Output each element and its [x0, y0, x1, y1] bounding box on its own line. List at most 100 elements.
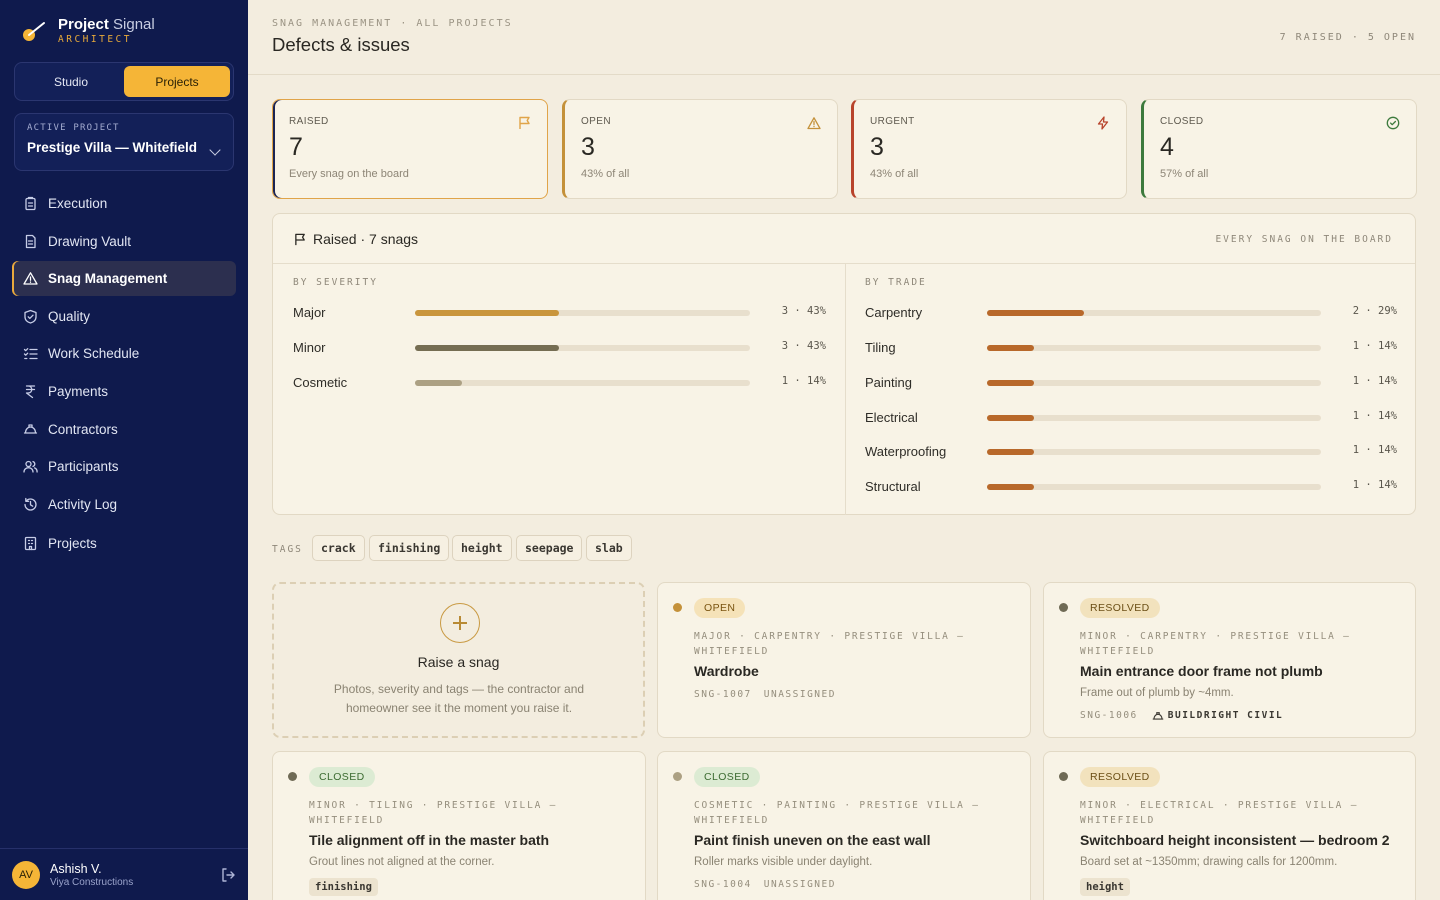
- header-counts: 7 RAISED · 5 OPEN: [1279, 32, 1416, 43]
- status-dot: [1059, 772, 1068, 781]
- status-badge: CLOSED: [309, 767, 375, 787]
- tag-chip-finishing[interactable]: finishing: [369, 535, 450, 561]
- snag-card[interactable]: CLOSED COSMETIC · PAINTING · PRESTIGE VI…: [657, 751, 1031, 900]
- bar-label: Structural: [865, 479, 921, 494]
- trade-row-painting: Painting 1 · 14%: [865, 375, 1403, 390]
- active-project-name: Prestige Villa — Whitefield: [27, 140, 198, 155]
- tag-chip-crack[interactable]: crack: [312, 535, 365, 561]
- bar-track: [987, 415, 1321, 421]
- bar-fill: [415, 345, 560, 351]
- projects-tab[interactable]: Projects: [124, 66, 230, 97]
- snag-desc: Board set at ~1350mm; drawing calls for …: [1080, 856, 1338, 868]
- users-icon: [23, 461, 38, 473]
- sidebar-item-projects[interactable]: Projects: [12, 526, 236, 561]
- bar-label: Electrical: [865, 410, 918, 425]
- snag-id: SNG-1004: [694, 879, 752, 890]
- checklist-icon: [23, 348, 38, 360]
- plus-icon[interactable]: [440, 603, 480, 643]
- trade-row-carpentry: Carpentry 2 · 29%: [865, 305, 1403, 320]
- user-name: Ashish V.: [50, 861, 102, 876]
- sidebar-item-activity-log[interactable]: Activity Log: [12, 487, 236, 522]
- stat-card-closed[interactable]: CLOSED 4 57% of all: [1141, 99, 1417, 199]
- snag-assignee[interactable]: UNASSIGNED: [764, 879, 836, 890]
- sidebar-item-label: Quality: [48, 308, 91, 324]
- snag-title: Tile alignment off in the master bath: [309, 832, 550, 848]
- bar-track: [987, 484, 1321, 490]
- active-project-selector[interactable]: ACTIVE PROJECT Prestige Villa — Whitefie…: [14, 113, 234, 171]
- snag-card[interactable]: RESOLVED MINOR · CARPENTRY · PRESTIGE VI…: [1043, 582, 1416, 738]
- brand-logo-icon: [20, 18, 46, 44]
- snag-meta-line: WHITEFIELD: [1080, 646, 1156, 657]
- raise-snag-card[interactable]: Raise a snag Photos, severity and tags —…: [272, 582, 645, 738]
- status-badge: CLOSED: [694, 767, 760, 787]
- snag-desc: Frame out of plumb by ~4mm.: [1080, 687, 1234, 699]
- stat-card-raised[interactable]: RAISED 7 Every snag on the board: [272, 99, 548, 199]
- sidebar-item-execution[interactable]: Execution: [12, 186, 236, 221]
- sidebar-item-label: Payments: [48, 383, 109, 399]
- sidebar-item-participants[interactable]: Participants: [12, 449, 236, 484]
- snag-meta-line: WHITEFIELD: [694, 646, 770, 657]
- sidebar-item-work-schedule[interactable]: Work Schedule: [12, 336, 236, 371]
- stat-label: OPEN: [581, 116, 611, 127]
- document-icon: [25, 234, 36, 248]
- snag-id: SNG-1006: [1080, 710, 1138, 721]
- stat-value: 4: [1160, 133, 1174, 161]
- building-icon: [24, 536, 37, 550]
- sidebar-item-quality[interactable]: Quality: [12, 299, 236, 334]
- stat-card-urgent[interactable]: URGENT 3 43% of all: [851, 99, 1127, 199]
- sidebar: Project Signal ARCHITECT Studio Projects…: [0, 0, 248, 900]
- breakdown-title: Raised · 7 snags: [313, 231, 419, 247]
- logout-icon[interactable]: [220, 867, 236, 883]
- snag-card[interactable]: CLOSED MINOR · TILING · PRESTIGE VILLA —…: [272, 751, 646, 900]
- snag-assignee[interactable]: UNASSIGNED: [764, 689, 836, 700]
- bar-value: 1 · 14%: [1352, 340, 1397, 352]
- raise-snag-title: Raise a snag: [417, 654, 500, 670]
- snag-card[interactable]: RESOLVED MINOR · ELECTRICAL · PRESTIGE V…: [1043, 751, 1416, 900]
- tag-chip-seepage[interactable]: seepage: [516, 535, 583, 561]
- severity-row-cosmetic: Cosmetic 1 · 14%: [293, 375, 832, 390]
- bar-track: [987, 310, 1321, 316]
- bar-value: 1 · 14%: [1352, 479, 1397, 491]
- bar-value: 1 · 14%: [1352, 375, 1397, 387]
- snag-meta-line: WHITEFIELD: [309, 815, 385, 826]
- snag-tag[interactable]: height: [1080, 878, 1130, 896]
- bar-label: Painting: [865, 375, 912, 390]
- bar-fill: [987, 380, 1034, 386]
- sidebar-item-label: Projects: [48, 535, 97, 551]
- sidebar-item-payments[interactable]: Payments: [12, 374, 236, 409]
- stat-sub: 57% of all: [1160, 168, 1209, 180]
- snag-tag[interactable]: finishing: [309, 878, 378, 896]
- snag-card[interactable]: OPEN MAJOR · CARPENTRY · PRESTIGE VILLA …: [657, 582, 1031, 738]
- snag-assignee[interactable]: BUILDRIGHT CIVIL: [1152, 710, 1284, 721]
- hard-hat-icon: [1152, 712, 1164, 720]
- bar-value: 1 · 14%: [1352, 410, 1397, 422]
- page-title: Defects & issues: [272, 34, 410, 55]
- breakdown-panel: Raised · 7 snags EVERY SNAG ON THE BOARD…: [272, 213, 1416, 515]
- stat-card-open[interactable]: OPEN 3 43% of all: [562, 99, 838, 199]
- status-badge: OPEN: [694, 598, 746, 618]
- flag-icon: [519, 116, 530, 129]
- tag-chip-height[interactable]: height: [452, 535, 512, 561]
- trade-row-tiling: Tiling 1 · 14%: [865, 340, 1403, 355]
- assignee-name: BUILDRIGHT CIVIL: [1167, 710, 1284, 721]
- user-profile[interactable]: AV Ashish V. Viya Constructions: [0, 848, 248, 900]
- stat-value: 3: [870, 133, 884, 161]
- studio-tab[interactable]: Studio: [18, 66, 124, 97]
- bar-label: Major: [293, 305, 326, 320]
- rupee-icon: [25, 385, 36, 399]
- bar-fill: [987, 415, 1034, 421]
- bar-value: 3 · 43%: [781, 305, 826, 317]
- sidebar-item-drawing-vault[interactable]: Drawing Vault: [12, 224, 236, 259]
- breakdown-caption: EVERY SNAG ON THE BOARD: [1215, 234, 1393, 245]
- sidebar-item-contractors[interactable]: Contractors: [12, 412, 236, 447]
- tag-chip-slab[interactable]: slab: [586, 535, 632, 561]
- sidebar-item-snag-management[interactable]: Snag Management: [12, 261, 236, 297]
- snag-footer: SNG-1007 UNASSIGNED: [694, 689, 836, 700]
- stat-value: 7: [289, 133, 303, 161]
- stat-label: CLOSED: [1160, 116, 1204, 127]
- brand[interactable]: Project Signal ARCHITECT: [20, 16, 155, 46]
- clipboard-icon: [25, 196, 36, 211]
- bar-fill: [415, 310, 560, 316]
- sidebar-item-label: Contractors: [48, 421, 118, 437]
- bar-track: [987, 345, 1321, 351]
